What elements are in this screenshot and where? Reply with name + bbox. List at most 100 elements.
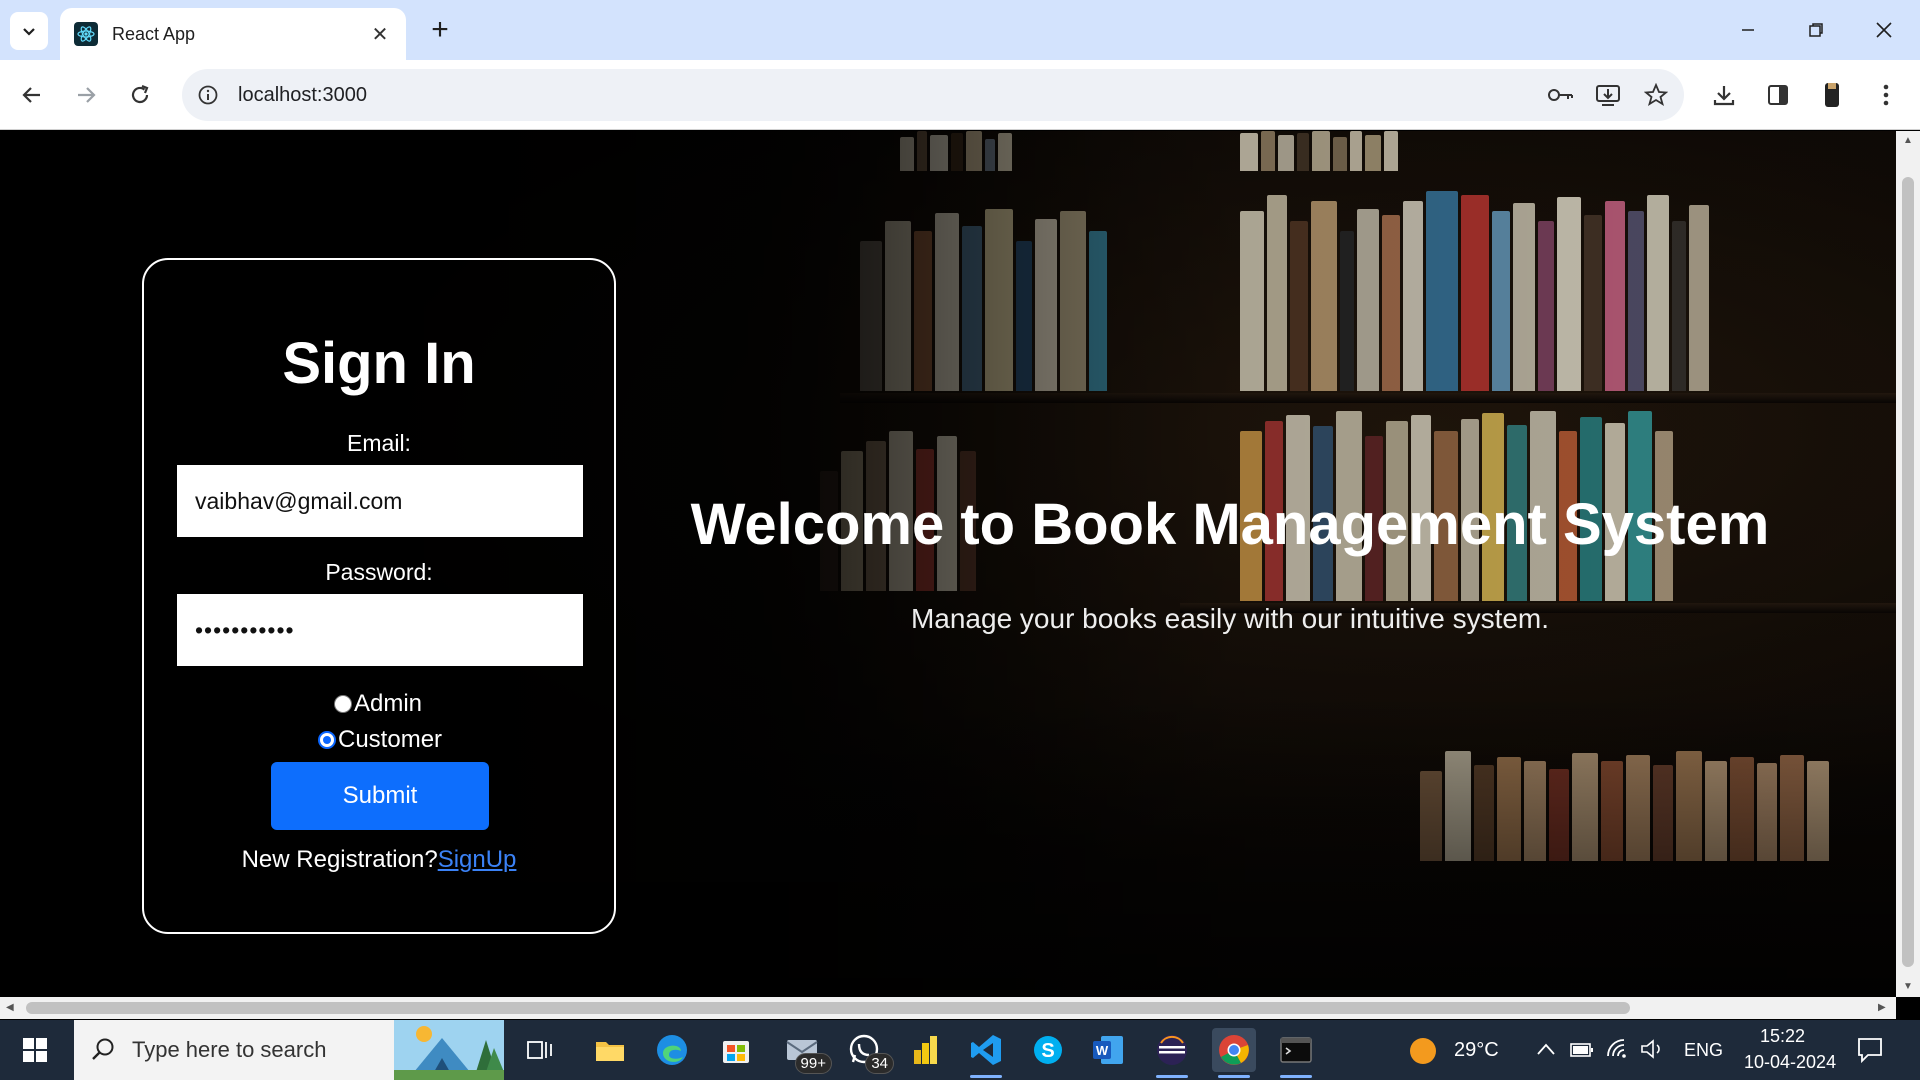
- reload-icon: [131, 84, 149, 104]
- email-field[interactable]: [177, 465, 583, 537]
- role-customer-option[interactable]: Customer: [318, 726, 442, 754]
- windows-icon: [23, 1038, 47, 1062]
- weather-sun-icon: [1410, 1038, 1436, 1064]
- taskbar-search[interactable]: Type here to search: [74, 1020, 504, 1080]
- react-icon: [74, 22, 98, 46]
- search-icon: [92, 1038, 114, 1060]
- chrome-button[interactable]: [1212, 1028, 1256, 1078]
- submit-button[interactable]: Submit: [271, 762, 489, 830]
- admin-radio[interactable]: [334, 695, 352, 713]
- vscode-button[interactable]: [964, 1028, 1008, 1078]
- task-view-icon: [527, 1041, 552, 1059]
- file-explorer-button[interactable]: [588, 1028, 632, 1072]
- tab-search-button[interactable]: [10, 12, 48, 50]
- skype-icon: S: [1034, 1036, 1062, 1064]
- chrome-icon: [1219, 1035, 1249, 1065]
- terminal-button[interactable]: [1274, 1028, 1318, 1078]
- close-icon: [1876, 22, 1892, 38]
- arrow-left-icon: [22, 87, 40, 103]
- admin-label: Admin: [354, 690, 423, 717]
- password-field[interactable]: [177, 594, 583, 666]
- install-app-icon[interactable]: [1588, 75, 1628, 115]
- edge-button[interactable]: [650, 1028, 694, 1072]
- skype-button[interactable]: S: [1026, 1028, 1070, 1072]
- forward-button[interactable]: [68, 77, 104, 113]
- clock-date[interactable]: 10-04-2024: [1744, 1052, 1836, 1073]
- password-label: Password:: [325, 559, 433, 585]
- customer-label: Customer: [338, 726, 443, 753]
- mail-badge: 99+: [794, 1053, 832, 1074]
- role-admin-option[interactable]: Admin: [334, 690, 422, 718]
- side-panel-button[interactable]: [1760, 77, 1796, 113]
- whatsapp-badge: 34: [865, 1053, 894, 1074]
- scroll-left-icon[interactable]: ◀: [6, 1002, 14, 1013]
- restore-icon: [1809, 23, 1823, 37]
- tab-close-icon[interactable]: ✕: [368, 22, 392, 46]
- download-icon: [1713, 86, 1735, 106]
- customer-radio[interactable]: [318, 731, 336, 749]
- store-icon: [723, 1041, 749, 1063]
- language-indicator[interactable]: ENG: [1684, 1040, 1723, 1061]
- more-vert-icon: [1883, 84, 1889, 106]
- task-view-button[interactable]: [518, 1028, 562, 1072]
- side-panel-icon: [1768, 85, 1788, 105]
- word-button[interactable]: W: [1086, 1028, 1130, 1072]
- browser-menu-button[interactable]: [1868, 77, 1904, 113]
- chevron-down-icon: [23, 28, 35, 36]
- registration-row: New Registration?SignUp: [144, 846, 614, 874]
- scroll-down-icon[interactable]: ▼: [1903, 981, 1913, 992]
- windows-taskbar: Type here to search 99+ 34 S W 29°C ENG …: [0, 1020, 1920, 1080]
- battery-icon[interactable]: [1570, 1042, 1594, 1058]
- reload-button[interactable]: [122, 77, 158, 113]
- profile-avatar[interactable]: [1814, 77, 1850, 113]
- chevron-up-icon[interactable]: [1536, 1042, 1556, 1056]
- eclipse-button[interactable]: [1150, 1028, 1194, 1078]
- page-viewport: Sign In Email: Password: Admin Customer …: [0, 131, 1896, 997]
- powerbi-button[interactable]: [904, 1028, 948, 1072]
- terminal-icon: [1280, 1037, 1312, 1063]
- whatsapp-button[interactable]: 34: [842, 1028, 894, 1074]
- folder-icon: [596, 1042, 624, 1061]
- minimize-icon: [1742, 29, 1754, 31]
- clock-time[interactable]: 15:22: [1760, 1026, 1805, 1047]
- weather-temperature[interactable]: 29°C: [1454, 1039, 1499, 1062]
- signup-link[interactable]: SignUp: [438, 846, 517, 873]
- login-card: Sign In Email: Password: Admin Customer …: [142, 258, 616, 934]
- mail-button[interactable]: 99+: [780, 1028, 832, 1074]
- browser-tab[interactable]: React App ✕: [60, 8, 406, 60]
- welcome-subtitle: Manage your books easily with our intuit…: [910, 603, 1550, 634]
- new-tab-button[interactable]: +: [424, 13, 456, 46]
- word-icon: W: [1093, 1036, 1123, 1064]
- scroll-up-icon[interactable]: ▲: [1903, 135, 1913, 146]
- horizontal-scrollbar[interactable]: ◀ ▶: [0, 997, 1896, 1019]
- close-window-button[interactable]: [1860, 10, 1908, 50]
- speaker-icon[interactable]: [1640, 1038, 1666, 1060]
- email-label: Email:: [347, 430, 411, 456]
- svg-text:S: S: [1041, 1040, 1054, 1062]
- url-text[interactable]: localhost:3000: [238, 84, 1540, 107]
- browser-tabbar: React App ✕ +: [0, 0, 1920, 60]
- eclipse-icon: [1157, 1035, 1187, 1065]
- search-placeholder: Type here to search: [132, 1037, 327, 1062]
- back-button[interactable]: [14, 77, 50, 113]
- registration-text: New Registration?: [241, 846, 438, 873]
- password-key-icon[interactable]: [1540, 75, 1580, 115]
- wifi-icon[interactable]: [1606, 1038, 1632, 1060]
- tab-title: React App: [112, 23, 196, 44]
- store-button[interactable]: [714, 1028, 758, 1072]
- horizontal-scroll-thumb[interactable]: [26, 1002, 1630, 1014]
- site-info-icon[interactable]: [194, 81, 222, 109]
- notifications-icon[interactable]: [1856, 1036, 1884, 1064]
- minimize-button[interactable]: [1724, 10, 1772, 50]
- address-bar[interactable]: localhost:3000: [182, 69, 1684, 121]
- start-button[interactable]: [0, 1020, 70, 1080]
- vertical-scroll-thumb[interactable]: [1902, 177, 1914, 967]
- edge-icon: [657, 1035, 687, 1065]
- scroll-right-icon[interactable]: ▶: [1878, 1002, 1886, 1013]
- avatar-icon: [1825, 83, 1839, 107]
- downloads-button[interactable]: [1706, 77, 1742, 113]
- svg-text:W: W: [1096, 1043, 1109, 1058]
- vertical-scrollbar[interactable]: ▲ ▼: [1896, 131, 1920, 997]
- bookmark-star-icon[interactable]: [1636, 75, 1676, 115]
- restore-button[interactable]: [1792, 10, 1840, 50]
